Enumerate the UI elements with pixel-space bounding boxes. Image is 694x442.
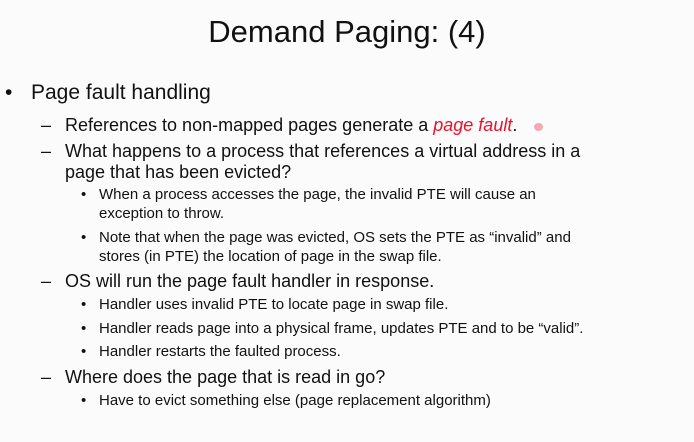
item-what-happens-line2: page that has been evicted? <box>65 162 292 182</box>
dash-marker: – <box>41 271 52 291</box>
red-ink-mark <box>534 123 543 131</box>
sub-item-locate-page: Handler uses invalid PTE to locate page … <box>99 296 449 313</box>
sub-item-evict-something-else: Have to evict something else (page repla… <box>99 392 491 409</box>
bullet-marker: • <box>5 81 13 104</box>
sub-bullet-marker: • <box>81 186 87 203</box>
sub-bullet-marker: • <box>81 296 87 313</box>
sub-item-read-page: Handler reads page into a physical frame… <box>99 320 584 337</box>
sub-item-evicted-line1: Note that when the page was evicted, OS … <box>99 229 571 246</box>
sub-bullet-marker: • <box>81 229 87 246</box>
sub-bullet-marker: • <box>81 343 87 360</box>
item-references-non-mapped: References to non-mapped pages generate … <box>65 114 517 136</box>
dash-marker: – <box>41 367 52 387</box>
sub-item-invalid-pte-line1: When a process accesses the page, the in… <box>99 186 536 203</box>
bullet-page-fault-handling: Page fault handling <box>31 81 211 104</box>
sub-bullet-marker: • <box>81 320 87 337</box>
item-text: . <box>512 115 518 135</box>
dash-marker: – <box>41 141 52 161</box>
sub-item-restart-process: Handler restarts the faulted process. <box>99 343 341 360</box>
slide-title: Demand Paging: (4) <box>208 14 486 49</box>
sub-bullet-marker: • <box>81 392 87 409</box>
item-what-happens-line1: What happens to a process that reference… <box>65 141 581 161</box>
sub-item-invalid-pte-line2: exception to throw. <box>99 205 225 222</box>
slide: Demand Paging: (4) • Page fault handling… <box>0 0 694 442</box>
sub-item-evicted-line2: stores (in PTE) the location of page in … <box>99 248 442 265</box>
item-text: References to non-mapped pages generate … <box>65 115 434 135</box>
dash-marker: – <box>41 115 52 135</box>
page-fault-highlight: page fault <box>433 115 513 135</box>
item-where-does-page-go: Where does the page that is read in go? <box>65 367 386 387</box>
item-os-runs-handler: OS will run the page fault handler in re… <box>65 271 435 291</box>
